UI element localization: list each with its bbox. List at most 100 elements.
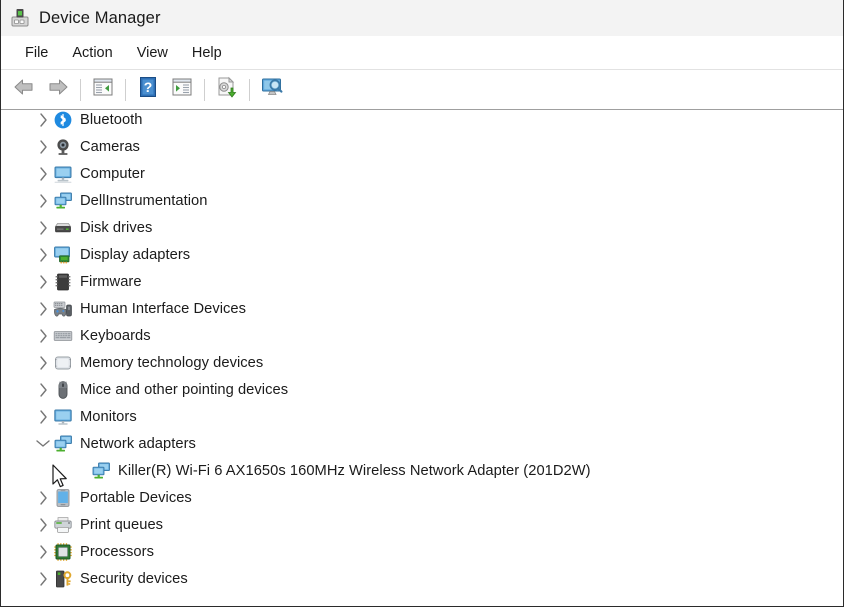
tree-item-firmware[interactable]: Firmware — [1, 268, 843, 295]
device-manager-window: Device Manager File Action View Help — [0, 0, 844, 607]
chevron-right-icon[interactable] — [33, 407, 53, 427]
chevron-right-icon[interactable] — [33, 299, 53, 319]
tree-item-label: Human Interface Devices — [80, 301, 246, 317]
tree-item-disk-drives[interactable]: Disk drives — [1, 214, 843, 241]
chevron-right-icon[interactable] — [33, 218, 53, 238]
tree-item-label: Killer(R) Wi-Fi 6 AX1650s 160MHz Wireles… — [118, 463, 591, 479]
device-manager-icon — [9, 7, 31, 29]
tree-item-label: Portable Devices — [80, 490, 192, 506]
computer-icon — [53, 164, 73, 184]
toolbar-separator-1 — [80, 79, 81, 101]
network-adapter-icon — [53, 191, 73, 211]
network-adapter-icon — [53, 434, 73, 454]
forward-button[interactable] — [41, 74, 75, 106]
chevron-right-icon[interactable] — [33, 542, 53, 562]
camera-icon — [53, 137, 73, 157]
tree-item-portable-devices[interactable]: Portable Devices — [1, 484, 843, 511]
tree-item-processors[interactable]: Processors — [1, 538, 843, 565]
tree-item-computer[interactable]: Computer — [1, 160, 843, 187]
tree-item-label: Monitors — [80, 409, 137, 425]
tree-item-display-adapters[interactable]: Display adapters — [1, 241, 843, 268]
help-question-icon: ? — [138, 76, 158, 103]
chevron-right-icon[interactable] — [33, 353, 53, 373]
device-tree[interactable]: Bluetooth Cameras — [1, 110, 843, 605]
tree-item-mice-and-other-pointing-devices[interactable]: Mice and other pointing devices — [1, 376, 843, 403]
tree-item-label: Keyboards — [80, 328, 151, 344]
chevron-right-icon[interactable] — [33, 137, 53, 157]
tree-item-label: Cameras — [80, 139, 140, 155]
scan-hardware-changes-icon — [260, 76, 284, 103]
toolbar-separator-2 — [125, 79, 126, 101]
portable-device-icon — [53, 488, 73, 508]
mouse-icon — [53, 380, 73, 400]
toolbar: ? — [1, 70, 843, 110]
tree-item-security-devices[interactable]: Security devices — [1, 565, 843, 592]
chevron-right-icon[interactable] — [33, 164, 53, 184]
disk-drive-icon — [53, 218, 73, 238]
tree-item-label: Print queues — [80, 517, 163, 533]
security-device-icon — [53, 569, 73, 589]
chevron-right-icon[interactable] — [33, 110, 53, 130]
tree-item-label: Bluetooth — [80, 112, 143, 128]
tree-item-memory-technology-devices[interactable]: Memory technology devices — [1, 349, 843, 376]
chevron-right-icon[interactable] — [33, 245, 53, 265]
tree-item-label: Disk drives — [80, 220, 152, 236]
chevron-right-icon[interactable] — [33, 380, 53, 400]
title-bar: Device Manager — [1, 0, 843, 36]
menu-file[interactable]: File — [13, 41, 60, 65]
tree-item-cameras[interactable]: Cameras — [1, 133, 843, 160]
tree-item-label: Network adapters — [80, 436, 196, 452]
tree-item-label: Mice and other pointing devices — [80, 382, 288, 398]
tree-item-label: Memory technology devices — [80, 355, 263, 371]
printer-icon — [53, 515, 73, 535]
show-console-tree-button[interactable] — [86, 74, 120, 106]
menu-action[interactable]: Action — [60, 41, 124, 65]
back-arrow-icon — [12, 77, 36, 102]
processor-icon — [53, 542, 73, 562]
update-driver-button[interactable] — [210, 74, 244, 106]
console-tree-icon — [92, 77, 114, 102]
hid-icon — [53, 299, 73, 319]
tree-item-label: Processors — [80, 544, 154, 560]
display-adapter-icon — [53, 245, 73, 265]
properties-button[interactable] — [165, 74, 199, 106]
scan-hardware-button[interactable] — [255, 74, 289, 106]
chevron-right-icon[interactable] — [33, 272, 53, 292]
tree-item-killer-wifi-adapter[interactable]: Killer(R) Wi-Fi 6 AX1650s 160MHz Wireles… — [1, 457, 843, 484]
tree-item-human-interface-devices[interactable]: Human Interface Devices — [1, 295, 843, 322]
back-button[interactable] — [7, 74, 41, 106]
chevron-right-icon[interactable] — [33, 191, 53, 211]
chevron-right-icon[interactable] — [33, 515, 53, 535]
forward-arrow-icon — [46, 77, 70, 102]
network-adapter-icon — [91, 461, 111, 481]
chevron-right-icon[interactable] — [33, 569, 53, 589]
help-button[interactable]: ? — [131, 74, 165, 106]
firmware-chip-icon — [53, 272, 73, 292]
keyboard-icon — [53, 326, 73, 346]
monitor-icon — [53, 407, 73, 427]
properties-panel-icon — [171, 77, 193, 102]
svg-text:?: ? — [144, 79, 153, 95]
tree-item-keyboards[interactable]: Keyboards — [1, 322, 843, 349]
window-title: Device Manager — [39, 9, 161, 28]
bluetooth-icon — [53, 110, 73, 130]
tree-item-network-adapters[interactable]: Network adapters — [1, 430, 843, 457]
tree-item-dellinstrumentation[interactable]: DellInstrumentation — [1, 187, 843, 214]
tree-item-label: DellInstrumentation — [80, 193, 208, 209]
memory-device-icon — [53, 353, 73, 373]
menu-bar: File Action View Help — [1, 36, 843, 70]
tree-item-bluetooth[interactable]: Bluetooth — [1, 110, 843, 133]
chevron-right-icon[interactable] — [33, 326, 53, 346]
tree-item-label: Display adapters — [80, 247, 190, 263]
tree-item-print-queues[interactable]: Print queues — [1, 511, 843, 538]
tree-item-label: Security devices — [80, 571, 188, 587]
toolbar-separator-3 — [204, 79, 205, 101]
chevron-right-icon[interactable] — [33, 488, 53, 508]
tree-item-label: Computer — [80, 166, 145, 182]
update-driver-icon — [215, 76, 239, 103]
chevron-down-icon[interactable] — [33, 434, 53, 454]
menu-view[interactable]: View — [125, 41, 180, 65]
tree-item-label: Firmware — [80, 274, 142, 290]
menu-help[interactable]: Help — [180, 41, 234, 65]
tree-item-monitors[interactable]: Monitors — [1, 403, 843, 430]
